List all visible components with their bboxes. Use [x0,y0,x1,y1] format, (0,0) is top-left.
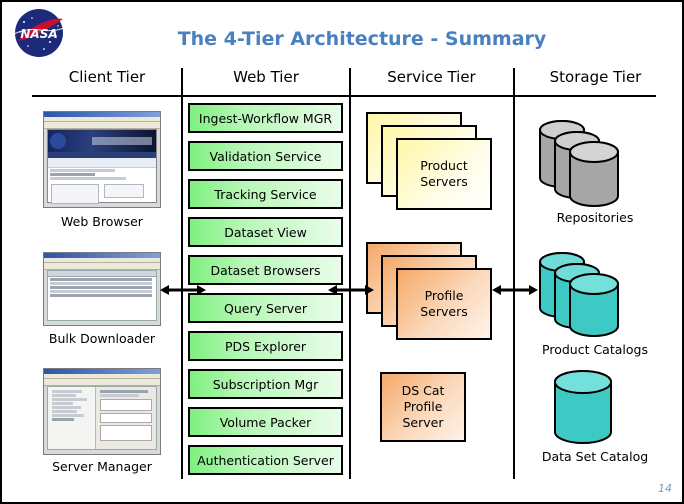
profile-servers-stack[interactable]: Profile Servers [366,242,492,347]
product-servers-line2: Servers [420,174,468,189]
web-tier-box-authentication-server[interactable]: Authentication Server [188,445,343,475]
product-catalogs-cylinders[interactable] [530,242,640,338]
arrow-service-storage [492,282,538,298]
ds-cat-profile-server-box[interactable]: DS Cat Profile Server [380,372,466,442]
profile-servers-card-front: Profile Servers [396,268,492,340]
client-caption-server-manager: Server Manager [52,459,152,474]
web-tier-box-volume-packer[interactable]: Volume Packer [188,407,343,437]
profile-servers-line1: Profile [424,288,464,304]
web-tier-box-validation-service[interactable]: Validation Service [188,141,343,171]
tier-header-service: Service Tier [387,68,476,86]
profile-servers-line2: Servers [420,304,468,319]
client-caption-bulk-downloader: Bulk Downloader [48,331,156,346]
product-servers-label: Product Servers [398,140,490,208]
web-tier-box-pds-explorer[interactable]: PDS Explorer [188,331,343,361]
client-caption-web-browser: Web Browser [61,214,143,229]
web-tier-box-query-server[interactable]: Query Server [188,293,343,323]
tier-header-web: Web Tier [233,68,299,86]
storage-caption-data-set-catalog: Data Set Catalog [541,449,649,464]
data-set-catalog-cylinder[interactable] [547,368,627,448]
page-number: 14 [658,482,672,495]
web-tier-box-dataset-view[interactable]: Dataset View [188,217,343,247]
web-tier-box-ingest-workflow-mgr[interactable]: Ingest-Workflow MGR [188,103,343,133]
ds-cat-line3: Server [402,415,444,431]
slide-canvas: NASA The 4-Tier Architecture - Summary C… [0,0,684,504]
nasa-logo-icon: NASA [8,8,70,58]
page-title: The 4-Tier Architecture - Summary [177,28,547,50]
divider-web-service [349,68,351,479]
storage-caption-repositories: Repositories [556,210,634,225]
server-manager-screenshot [43,368,161,455]
storage-caption-product-catalogs: Product Catalogs [542,342,648,357]
ds-cat-line2: Profile [403,398,443,414]
web-browser-screenshot [43,111,161,208]
bulk-downloader-screenshot [43,252,161,326]
web-tier-box-dataset-browsers[interactable]: Dataset Browsers [188,255,343,285]
tier-header-client: Client Tier [68,68,146,86]
product-servers-stack[interactable]: Product Servers [366,112,492,217]
ds-cat-line1: DS Cat [401,382,445,398]
profile-servers-label: Profile Servers [398,270,490,338]
repositories-cylinders[interactable] [530,108,640,208]
arrow-web-service [328,282,374,298]
product-servers-line1: Product [420,158,468,174]
divider-service-storage [513,68,515,479]
product-servers-card-front: Product Servers [396,138,492,210]
svg-text:NASA: NASA [20,27,57,41]
tier-header-storage: Storage Tier [549,68,642,86]
web-tier-box-subscription-mgr[interactable]: Subscription Mgr [188,369,343,399]
web-tier-box-tracking-service[interactable]: Tracking Service [188,179,343,209]
header-underline [32,95,656,97]
arrow-client-web [160,282,206,298]
divider-client-web [181,68,183,479]
